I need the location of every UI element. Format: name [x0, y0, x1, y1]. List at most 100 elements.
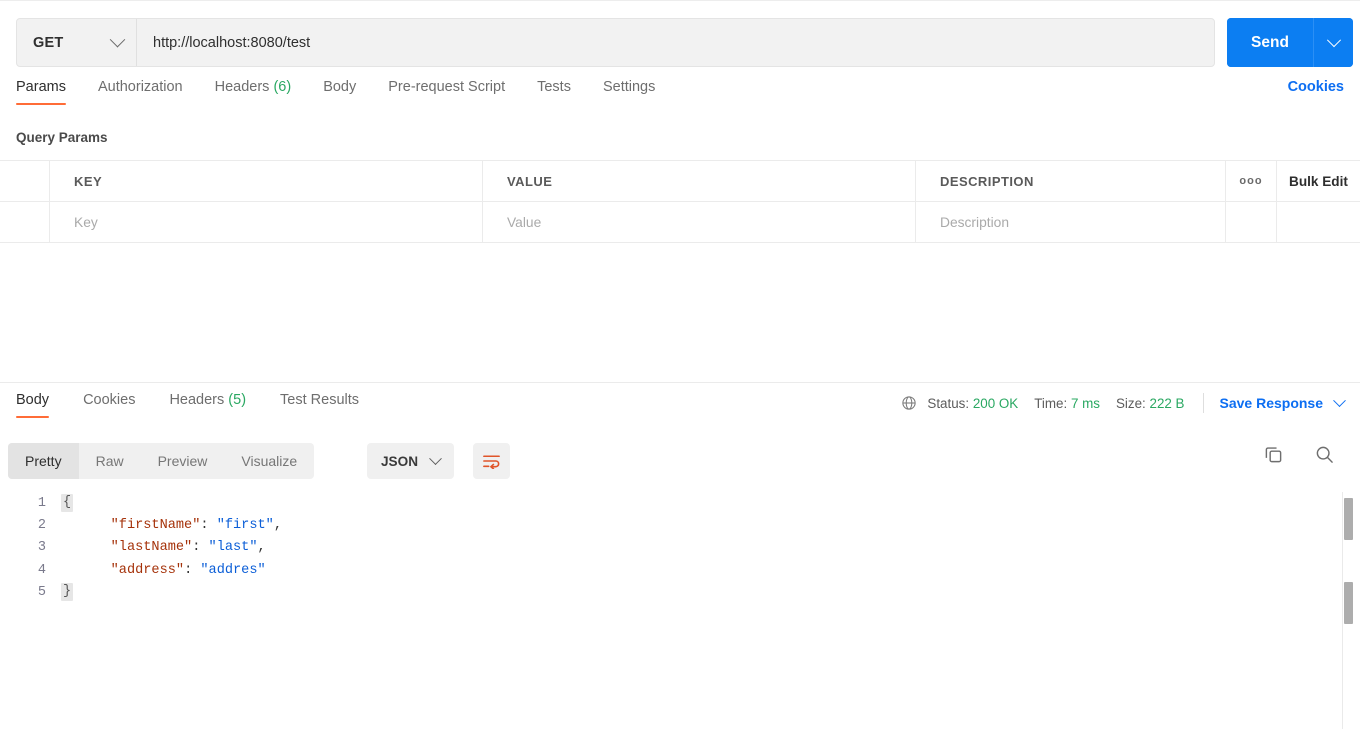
scrollbar-thumb[interactable]	[1344, 582, 1353, 624]
tab-authorization-label: Authorization	[97, 79, 183, 95]
code-text: "firstName": "first",	[78, 518, 282, 533]
save-response-button[interactable]: Save Response	[1220, 395, 1324, 411]
response-body-toolbar: Pretty Raw Preview Visualize JSON	[0, 443, 1360, 479]
size-value: 222 B	[1149, 395, 1185, 411]
query-params-table: KEY VALUE DESCRIPTION ooo Bulk Edit Key …	[0, 160, 1360, 243]
response-tab-cookies[interactable]: Cookies	[75, 392, 143, 418]
tab-tests[interactable]: Tests	[537, 79, 571, 105]
pane-divider[interactable]	[0, 382, 1360, 383]
code-token: ,	[257, 540, 266, 556]
size-group: Size: 222 B	[1116, 396, 1185, 411]
line-number: 4	[37, 562, 46, 578]
code-line: 3 "lastName": "last",	[0, 537, 1360, 559]
params-more-options-button[interactable]: ooo	[1226, 161, 1277, 201]
scrollbar-thumb[interactable]	[1344, 498, 1353, 540]
scrollbar-track	[1342, 492, 1343, 729]
status-label: Status:	[927, 395, 970, 411]
time-group: Time: 7 ms	[1034, 396, 1100, 411]
code-token: ,	[273, 517, 282, 533]
column-header-description: DESCRIPTION	[940, 173, 1034, 189]
view-mode-visualize[interactable]: Visualize	[224, 443, 314, 479]
header-checkbox-cell	[0, 161, 50, 201]
bulk-edit-button[interactable]: Bulk Edit	[1277, 161, 1360, 201]
view-mode-segmented-control: Pretty Raw Preview Visualize	[8, 443, 315, 479]
code-text: "address": "addres"	[78, 563, 266, 578]
postman-request-response-pane: GET http://localhost:8080/test Send Para…	[0, 0, 1360, 729]
line-number: 3	[37, 540, 46, 556]
response-body-scrollbar[interactable]	[1340, 492, 1360, 729]
http-method-selector[interactable]: GET	[17, 19, 137, 66]
view-mode-preview[interactable]: Preview	[141, 443, 225, 479]
code-token: "firstName"	[78, 517, 201, 533]
copy-icon	[1265, 447, 1282, 463]
code-lines: 1{2 "firstName": "first", 3 "lastName": "…	[0, 492, 1360, 603]
code-text: "lastName": "last",	[78, 540, 266, 555]
tab-headers-label: Headers	[214, 79, 270, 95]
response-body-code[interactable]: 1{2 "firstName": "first", 3 "lastName": "…	[0, 492, 1360, 729]
response-tabstrip: Body Cookies Headers (5) Test Results	[8, 392, 385, 418]
tab-body-label: Body	[323, 79, 357, 95]
param-description-input[interactable]: Description	[916, 202, 1226, 242]
table-header-row: KEY VALUE DESCRIPTION ooo Bulk Edit	[0, 160, 1360, 202]
view-mode-pretty[interactable]: Pretty	[8, 443, 79, 479]
tab-tests-label: Tests	[537, 79, 571, 95]
status-value: 200 OK	[972, 395, 1019, 411]
response-tabs: Body Cookies Headers (5) Test Results St…	[0, 392, 1360, 432]
globe-icon	[902, 396, 917, 410]
response-tab-headers[interactable]: Headers (5)	[161, 392, 254, 418]
tab-headers-count: (6)	[273, 79, 292, 95]
tab-headers[interactable]: Headers (6)	[215, 79, 292, 105]
param-value-input[interactable]: Value	[483, 202, 916, 242]
url-text: http://localhost:8080/test	[153, 34, 311, 51]
brace-glyph: }	[60, 583, 74, 602]
tab-authorization[interactable]: Authorization	[98, 79, 183, 105]
response-tab-headers-count: (5)	[228, 392, 247, 408]
cookies-link[interactable]: Cookies	[1288, 79, 1344, 95]
param-key-input[interactable]: Key	[50, 202, 483, 242]
send-button-group: Send	[1227, 18, 1353, 67]
row-checkbox-cell[interactable]	[0, 202, 50, 242]
column-header-key: KEY	[74, 173, 103, 189]
response-tab-headers-label: Headers	[169, 392, 225, 408]
code-token: "first"	[216, 517, 274, 533]
tab-body[interactable]: Body	[323, 79, 356, 105]
response-tab-test-results-label: Test Results	[280, 392, 360, 408]
search-button[interactable]	[1315, 445, 1334, 464]
tab-settings-label: Settings	[602, 79, 656, 95]
status-divider	[1202, 393, 1204, 413]
view-mode-raw[interactable]: Raw	[79, 443, 141, 479]
send-button[interactable]: Send	[1227, 18, 1313, 67]
request-tabstrip: Params Authorization Headers (6) Body Pr…	[16, 79, 687, 105]
tab-settings[interactable]: Settings	[603, 79, 655, 105]
code-token: "addres"	[200, 562, 266, 578]
send-options-button[interactable]	[1313, 18, 1353, 67]
code-token: "last"	[208, 540, 258, 556]
code-token: "lastName"	[78, 540, 193, 556]
response-format-selector[interactable]: JSON	[367, 443, 455, 479]
response-tab-body[interactable]: Body	[8, 392, 57, 418]
fold-marker[interactable]: }	[56, 583, 78, 602]
time-label: Time:	[1034, 395, 1068, 411]
line-number: 1	[37, 495, 46, 511]
chevron-down-icon	[1326, 32, 1341, 47]
param-key-placeholder: Key	[74, 214, 98, 230]
url-input[interactable]: http://localhost:8080/test	[137, 19, 1214, 66]
fold-marker[interactable]: {	[56, 494, 78, 513]
code-line: 2 "firstName": "first",	[0, 514, 1360, 536]
method-url-group: GET http://localhost:8080/test	[16, 18, 1215, 67]
tab-params-label: Params	[16, 79, 66, 95]
line-number: 2	[37, 517, 46, 533]
tab-params[interactable]: Params	[16, 79, 66, 105]
response-tab-cookies-label: Cookies	[83, 392, 136, 408]
copy-button[interactable]	[1264, 445, 1283, 464]
top-divider	[0, 0, 1360, 1]
chevron-down-icon[interactable]	[1333, 393, 1346, 407]
response-format-label: JSON	[381, 453, 419, 469]
param-value-placeholder: Value	[507, 214, 542, 230]
line-number: 5	[37, 584, 46, 600]
tab-pre-request-script[interactable]: Pre-request Script	[388, 79, 505, 105]
wrap-text-button[interactable]	[473, 443, 510, 479]
response-tab-test-results[interactable]: Test Results	[272, 392, 367, 418]
http-method-label: GET	[33, 34, 64, 51]
request-tabs: Params Authorization Headers (6) Body Pr…	[0, 79, 1360, 118]
